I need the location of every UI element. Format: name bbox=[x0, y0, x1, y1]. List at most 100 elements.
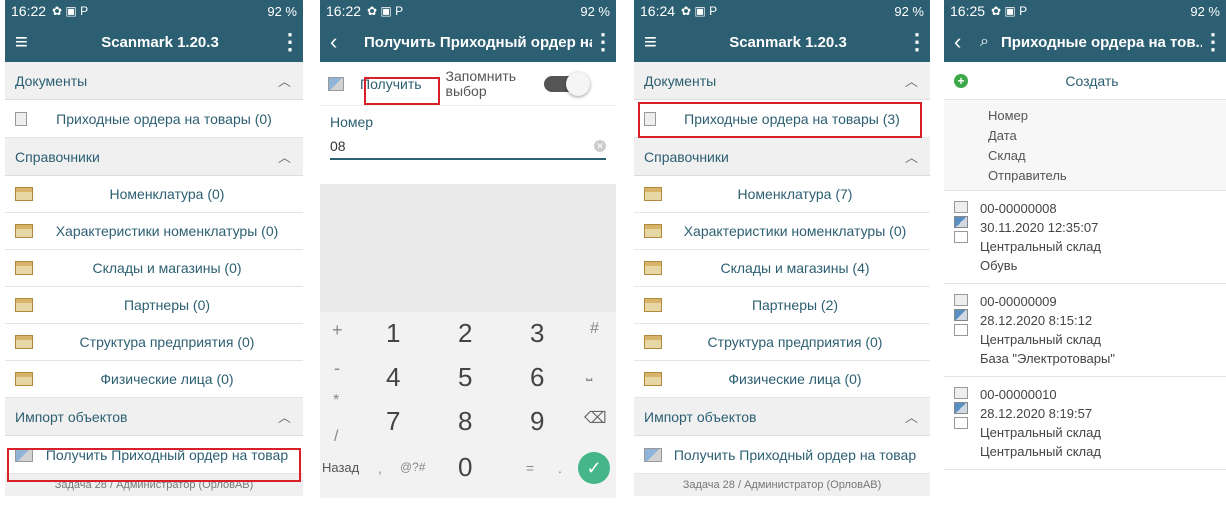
key-back[interactable]: Назад bbox=[322, 460, 359, 475]
header-warehouse: Склад bbox=[988, 148, 1026, 163]
list-item-nomenclature[interactable]: Номенклатура (0) bbox=[5, 176, 303, 213]
section-import[interactable]: Импорт объектов ︿ bbox=[5, 398, 303, 436]
chevron-up-icon: ︿ bbox=[904, 74, 918, 89]
key-slash[interactable]: / bbox=[334, 428, 338, 446]
key-3[interactable]: 3 bbox=[530, 318, 544, 349]
list-item-persons[interactable]: Физические лица (0) bbox=[634, 361, 930, 398]
key-5[interactable]: 5 bbox=[458, 362, 472, 393]
table-icon bbox=[644, 187, 662, 201]
status-bar: 16:22 ✿ ▣ P 92 % bbox=[320, 0, 616, 22]
number-value: 08 bbox=[330, 138, 346, 154]
row-icons bbox=[954, 385, 980, 461]
clear-icon[interactable]: ✕ bbox=[594, 140, 606, 152]
key-4[interactable]: 4 bbox=[386, 362, 400, 393]
list-item-warehouses[interactable]: Склады и магазины (0) bbox=[5, 250, 303, 287]
app-bar: ‹ ⌕ Приходные ордера на тов... ⋮ bbox=[944, 22, 1226, 62]
screen-get-order: 16:22 ✿ ▣ P 92 % ‹ Получить Приходный орд… bbox=[320, 0, 616, 508]
section-documents[interactable]: Документы ︿ bbox=[5, 62, 303, 100]
screen-main-menu-after: 16:24 ✿ ▣ P 92 % ≡ Scanmark 1.20.3 ⋮ Доку… bbox=[634, 0, 930, 508]
section-import[interactable]: Импорт объектов ︿ bbox=[634, 398, 930, 436]
header-date: Дата bbox=[988, 128, 1017, 143]
row-number: 00-00000009 bbox=[980, 294, 1057, 309]
key-1[interactable]: 1 bbox=[386, 318, 400, 349]
empty-area bbox=[320, 184, 616, 312]
confirm-check-icon[interactable]: ✓ bbox=[578, 452, 610, 484]
key-asterisk[interactable]: * bbox=[333, 392, 339, 410]
key-plus[interactable]: + bbox=[332, 320, 343, 341]
list-item-partners[interactable]: Партнеры (0) bbox=[5, 287, 303, 324]
table-icon bbox=[15, 187, 33, 201]
posted-icon bbox=[954, 216, 968, 228]
key-comma[interactable]: , bbox=[378, 460, 382, 476]
list-item-structure[interactable]: Структура предприятия (0) bbox=[5, 324, 303, 361]
overflow-menu-icon[interactable]: ⋮ bbox=[592, 29, 614, 55]
list-item-get-receipt-order[interactable]: Получить Приходный ордер на товар bbox=[634, 436, 930, 474]
list-item-nomenclature[interactable]: Номенклатура (7) bbox=[634, 176, 930, 213]
battery-label: 92 % bbox=[580, 3, 610, 19]
list-item-characteristics[interactable]: Характеристики номенклатуры (0) bbox=[5, 213, 303, 250]
row-warehouse: Центральный склад bbox=[980, 239, 1101, 254]
table-icon bbox=[15, 224, 33, 238]
section-references[interactable]: Справочники ︿ bbox=[5, 138, 303, 176]
list-item-receipt-orders[interactable]: Приходные ордера на товары (0) bbox=[5, 100, 303, 138]
key-symbols[interactable]: @?# bbox=[400, 460, 426, 474]
row-date: 30.11.2020 12:35:07 bbox=[980, 220, 1099, 235]
key-8[interactable]: 8 bbox=[458, 406, 472, 437]
key-hash[interactable]: # bbox=[590, 320, 599, 338]
back-arrow-icon[interactable]: ‹ bbox=[330, 29, 356, 55]
key-equals[interactable]: = bbox=[526, 460, 534, 476]
row-date: 28.12.2020 8:15:12 bbox=[980, 313, 1093, 328]
section-documents[interactable]: Документы ︿ bbox=[634, 62, 930, 100]
hamburger-menu-icon[interactable]: ≡ bbox=[15, 29, 41, 55]
checkbox-icon[interactable] bbox=[954, 324, 968, 336]
overflow-menu-icon[interactable]: ⋮ bbox=[906, 29, 928, 55]
item-label: Склады и магазины (0) bbox=[92, 260, 242, 276]
overflow-menu-icon[interactable]: ⋮ bbox=[1202, 29, 1224, 55]
table-icon bbox=[15, 298, 33, 312]
checkbox-icon[interactable] bbox=[954, 231, 968, 243]
table-row[interactable]: 00-00000008 30.11.2020 12:35:07 Централь… bbox=[944, 191, 1226, 284]
item-label: Характеристики номенклатуры (0) bbox=[683, 223, 907, 239]
key-2[interactable]: 2 bbox=[458, 318, 472, 349]
number-input[interactable]: 08 ✕ bbox=[330, 134, 606, 160]
hamburger-menu-icon[interactable]: ≡ bbox=[644, 29, 670, 55]
document-icon bbox=[954, 387, 968, 399]
list-item-persons[interactable]: Физические лица (0) bbox=[5, 361, 303, 398]
section-title: Документы bbox=[644, 72, 717, 89]
backspace-icon[interactable]: ⌫ bbox=[584, 408, 607, 428]
key-dot[interactable]: . bbox=[558, 460, 562, 476]
app-title: Получить Приходный ордер на... bbox=[364, 33, 592, 51]
table-row[interactable]: 00-00000010 28.12.2020 8:19:57 Центральн… bbox=[944, 377, 1226, 470]
table-icon bbox=[644, 298, 662, 312]
section-references[interactable]: Справочники ︿ bbox=[634, 138, 930, 176]
back-arrow-icon[interactable]: ‹ bbox=[954, 29, 980, 55]
checkbox-icon[interactable] bbox=[954, 417, 968, 429]
space-key-icon[interactable]: ⎵ bbox=[586, 364, 592, 382]
status-time: 16:24 bbox=[640, 3, 676, 19]
row-sender: Обувь bbox=[980, 258, 1018, 273]
overflow-menu-icon[interactable]: ⋮ bbox=[279, 29, 301, 55]
list-item-characteristics[interactable]: Характеристики номенклатуры (0) bbox=[634, 213, 930, 250]
remember-toggle[interactable] bbox=[543, 71, 590, 96]
key-9[interactable]: 9 bbox=[530, 406, 544, 437]
table-row[interactable]: 00-00000009 28.12.2020 8:15:12 Центральн… bbox=[944, 284, 1226, 377]
status-bar: 16:22 ✿ ▣ P 92 % bbox=[5, 0, 303, 22]
create-button[interactable]: + Создать bbox=[944, 62, 1226, 100]
search-icon[interactable]: ⌕ bbox=[980, 33, 989, 51]
status-bar: 16:25 ✿ ▣ P 92 % bbox=[944, 0, 1226, 22]
highlight-box bbox=[7, 448, 301, 482]
app-bar: ≡ Scanmark 1.20.3 ⋮ bbox=[634, 22, 930, 62]
list-item-partners[interactable]: Партнеры (2) bbox=[634, 287, 930, 324]
key-6[interactable]: 6 bbox=[530, 362, 544, 393]
key-7[interactable]: 7 bbox=[386, 406, 400, 437]
app-bar: ≡ Scanmark 1.20.3 ⋮ bbox=[5, 22, 303, 62]
create-label: Создать bbox=[1065, 72, 1119, 89]
item-label: Получить Приходный ордер на товар bbox=[673, 446, 917, 463]
list-item-structure[interactable]: Структура предприятия (0) bbox=[634, 324, 930, 361]
section-title: Документы bbox=[15, 72, 88, 89]
list-item-warehouses[interactable]: Склады и магазины (4) bbox=[634, 250, 930, 287]
remember-label: Запомнить выбор bbox=[445, 67, 517, 99]
key-0[interactable]: 0 bbox=[458, 452, 472, 483]
row-text: 00-00000010 28.12.2020 8:19:57 Центральн… bbox=[980, 385, 1101, 461]
key-minus[interactable]: - bbox=[334, 358, 340, 379]
